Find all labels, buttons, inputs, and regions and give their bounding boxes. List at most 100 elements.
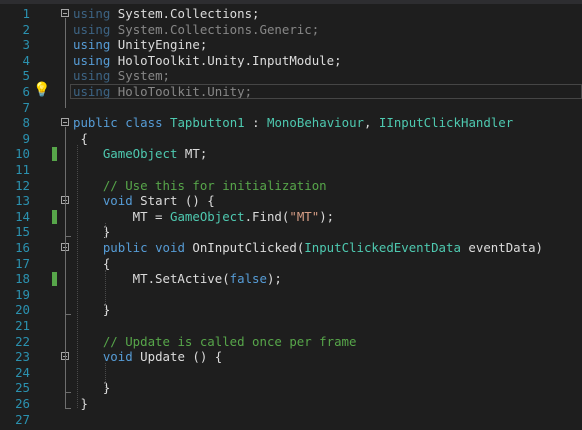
- code-text[interactable]: using UnityEngine;: [73, 37, 207, 53]
- code-line[interactable]: 27: [0, 412, 582, 428]
- collapse-icon[interactable]: [61, 9, 69, 17]
- code-token: eventData): [460, 240, 543, 255]
- line-number: 14: [15, 208, 30, 224]
- code-text[interactable]: {: [73, 130, 88, 147]
- change-indicator: [52, 272, 57, 287]
- line-number: 5: [22, 68, 30, 84]
- line-number: 9: [22, 130, 30, 146]
- code-token: public: [102, 240, 148, 255]
- code-line[interactable]: 12 // Use this for initialization: [0, 178, 582, 194]
- line-number: 6: [22, 84, 30, 99]
- change-indicator: [52, 147, 57, 162]
- code-text[interactable]: public void OnInputClicked(InputClickedE…: [73, 240, 543, 256]
- using-block-guide: [65, 18, 66, 108]
- code-token: // Use this for initialization: [102, 177, 327, 193]
- code-token: ,: [364, 115, 379, 131]
- code-token: HoloToolkit.Unity.InputModule;: [110, 52, 342, 68]
- code-token: );: [266, 271, 282, 287]
- line-number: 16: [15, 240, 30, 255]
- line-number: 3: [22, 37, 30, 53]
- code-text[interactable]: MT = GameObject.Find("MT");: [73, 209, 334, 225]
- code-token: Tapbutton1: [170, 115, 245, 131]
- code-editor[interactable]: ⌒ 1 using System.Collections; 2 using Syste…: [0, 0, 582, 430]
- update-method-end: [65, 392, 71, 394]
- line-number: 20: [15, 302, 30, 318]
- line-number: 11: [15, 162, 30, 177]
- indent-guide: [77, 144, 78, 408]
- line-number: 22: [15, 333, 30, 349]
- change-indicator: [52, 209, 57, 224]
- tab-title-fragment: ⌒: [400, 0, 450, 4]
- code-token: MT.SetActive(: [73, 271, 230, 287]
- code-token: using: [73, 6, 111, 21]
- code-line[interactable]: 8 public class Tapbutton1 : MonoBehaviour…: [0, 115, 582, 131]
- line-number: 23: [15, 349, 30, 365]
- collapse-icon[interactable]: [61, 118, 69, 127]
- code-line[interactable]: 10 GameObject MT;: [0, 146, 582, 162]
- code-line[interactable]: 18 MT.SetActive(false);: [0, 271, 582, 287]
- code-token: void: [102, 193, 133, 209]
- code-line[interactable]: 4 using HoloToolkit.Unity.InputModule;: [0, 53, 582, 69]
- code-text[interactable]: using System;: [73, 68, 170, 84]
- code-line[interactable]: 21: [0, 318, 582, 334]
- line-number: 2: [22, 21, 30, 37]
- code-token: GameObject: [169, 208, 245, 224]
- code-line[interactable]: 14 MT = GameObject.Find("MT");: [0, 209, 582, 225]
- code-line[interactable]: 16 public void OnInputClicked(InputClick…: [0, 240, 582, 256]
- code-line[interactable]: 7: [0, 100, 582, 116]
- code-line[interactable]: 9 {: [0, 131, 582, 147]
- lightbulb-icon[interactable]: 💡: [33, 83, 50, 98]
- line-number: 4: [22, 52, 30, 68]
- code-line[interactable]: 2 using System.Collections.Generic;: [0, 22, 582, 38]
- code-line[interactable]: 15 }: [0, 224, 582, 240]
- code-text[interactable]: // Update is called once per frame: [73, 334, 357, 350]
- code-token: GameObject: [102, 146, 178, 162]
- code-line[interactable]: 11: [0, 162, 582, 178]
- code-token: {: [73, 255, 111, 271]
- code-text[interactable]: // Use this for initialization: [73, 178, 327, 194]
- code-token: using: [73, 52, 111, 68]
- line-number: 15: [15, 224, 30, 240]
- code-text[interactable]: using System.Collections;: [73, 6, 260, 22]
- code-token: MT;: [177, 146, 208, 162]
- code-text[interactable]: void Update () {: [73, 349, 222, 365]
- code-token: InputClickedEventData: [304, 240, 461, 255]
- code-line[interactable]: 22 // Update is called once per frame: [0, 334, 582, 350]
- code-token: {: [73, 130, 88, 146]
- code-line[interactable]: 25 }: [0, 380, 582, 396]
- line-number: 21: [15, 318, 30, 333]
- code-token: IInputClickHandler: [378, 115, 514, 131]
- code-line[interactable]: 3 using UnityEngine;: [0, 37, 582, 53]
- code-text[interactable]: GameObject MT;: [73, 146, 207, 162]
- code-token: System.Collections.Generic;: [110, 21, 320, 37]
- line-number: 18: [15, 271, 30, 287]
- line-number: 1: [22, 6, 30, 21]
- start-method-guide: [65, 205, 66, 237]
- code-token: System;: [110, 68, 170, 84]
- code-token: MT =: [73, 208, 170, 224]
- code-line[interactable]: 19: [0, 287, 582, 303]
- code-token: Start () {: [132, 193, 215, 209]
- code-line[interactable]: 5 using System;: [0, 68, 582, 84]
- code-token: UnityEngine;: [110, 37, 208, 53]
- code-line[interactable]: 20 }: [0, 302, 582, 318]
- code-line[interactable]: 17 {: [0, 256, 582, 272]
- code-token: class: [125, 115, 163, 131]
- code-text[interactable]: void Start () {: [73, 193, 215, 209]
- code-line[interactable]: 1 using System.Collections;: [0, 6, 582, 22]
- code-line[interactable]: 23 void Update () {: [0, 349, 582, 365]
- code-text[interactable]: using HoloToolkit.Unity.InputModule;: [73, 53, 342, 69]
- code-line[interactable]: 13 void Start () {: [0, 193, 582, 209]
- onclick-method-end: [65, 314, 71, 316]
- onclick-method-guide: [65, 252, 66, 315]
- code-line[interactable]: 26 }: [0, 396, 582, 412]
- tab-strip-edge: ⌒: [0, 0, 582, 4]
- code-text[interactable]: using System.Collections.Generic;: [73, 22, 319, 38]
- code-line[interactable]: 24: [0, 365, 582, 381]
- code-text[interactable]: public class Tapbutton1 : MonoBehaviour,…: [73, 115, 513, 131]
- code-token: Update () {: [132, 349, 223, 365]
- code-text[interactable]: }: [73, 396, 87, 412]
- code-token: public: [73, 115, 118, 131]
